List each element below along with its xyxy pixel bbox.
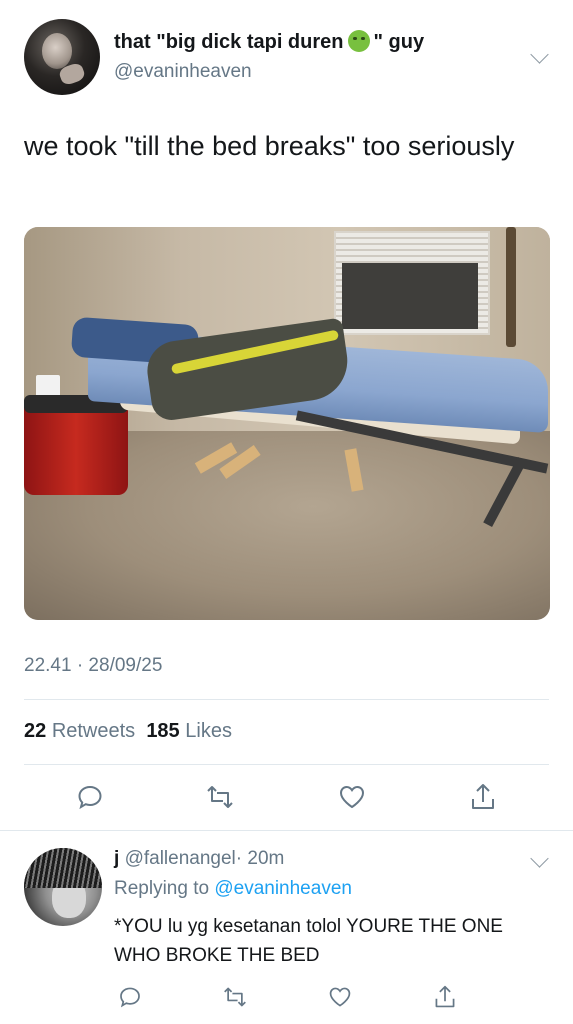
- tweet-menu-chevron-icon[interactable]: [530, 45, 549, 64]
- reply-button[interactable]: [70, 777, 110, 817]
- tweet-text: we took "till the bed breaks" too seriou…: [24, 131, 515, 161]
- photo-guitar: [506, 227, 516, 347]
- tweet-stats: 22 Retweets 185 Likes: [24, 720, 232, 743]
- replying-to-handle[interactable]: @evaninheaven: [214, 878, 352, 899]
- tweet-timestamp[interactable]: 22.41 · 28/09/25: [24, 655, 162, 677]
- author-display-name[interactable]: that "big dick tapi duren " guy: [114, 30, 424, 54]
- retweet-icon: [224, 987, 246, 1007]
- retweet-button[interactable]: [200, 777, 240, 817]
- display-name-text: that "big dick tapi duren: [114, 31, 344, 53]
- reply-menu-chevron-icon[interactable]: [530, 849, 549, 868]
- divider: [0, 830, 573, 831]
- tweet-photo[interactable]: [24, 227, 550, 620]
- photo-window-glass: [342, 263, 478, 329]
- likes-stat[interactable]: 185 Likes: [146, 720, 232, 742]
- replying-to: Replying to @evaninheaven: [114, 878, 352, 900]
- reply-share-button[interactable]: [425, 977, 465, 1017]
- reply-reply-button[interactable]: [110, 977, 150, 1017]
- reply-avatar-hair: [24, 848, 102, 888]
- replying-prefix: Replying to: [114, 878, 210, 899]
- divider: [24, 699, 549, 700]
- reply-like-button[interactable]: [320, 977, 360, 1017]
- reply-icon: [78, 785, 102, 810]
- share-button[interactable]: [463, 777, 503, 817]
- like-icon: [339, 785, 365, 809]
- likes-label: Likes: [185, 720, 232, 742]
- retweets-stat[interactable]: 22 Retweets: [24, 720, 135, 742]
- author-handle[interactable]: @evaninheaven: [114, 61, 252, 83]
- nauseated-face-icon: [347, 30, 370, 52]
- reply-handle[interactable]: @fallenangel: [125, 848, 236, 869]
- reply-avatar[interactable]: [24, 848, 102, 926]
- like-button[interactable]: [332, 777, 372, 817]
- reply-time: · 20m: [235, 848, 285, 869]
- reply-retweet-button[interactable]: [215, 977, 255, 1017]
- share-icon: [435, 985, 455, 1008]
- reply-display-name[interactable]: j: [114, 848, 119, 869]
- display-name-suffix: " guy: [373, 31, 425, 53]
- divider: [24, 764, 549, 765]
- retweets-count: 22: [24, 720, 47, 742]
- author-avatar[interactable]: [24, 19, 100, 95]
- like-icon: [329, 987, 351, 1007]
- photo-red-bucket: [24, 399, 128, 495]
- retweet-icon: [207, 786, 233, 808]
- avatar-face: [42, 33, 72, 69]
- reply-header: j @fallenangel· 20m: [114, 848, 284, 870]
- likes-count: 185: [146, 720, 180, 742]
- reply-text: *YOU lu yg kesetanan tolol YOURE THE ONE…: [114, 916, 503, 966]
- retweets-label: Retweets: [51, 720, 136, 742]
- share-icon: [472, 784, 494, 809]
- reply-icon: [120, 987, 140, 1008]
